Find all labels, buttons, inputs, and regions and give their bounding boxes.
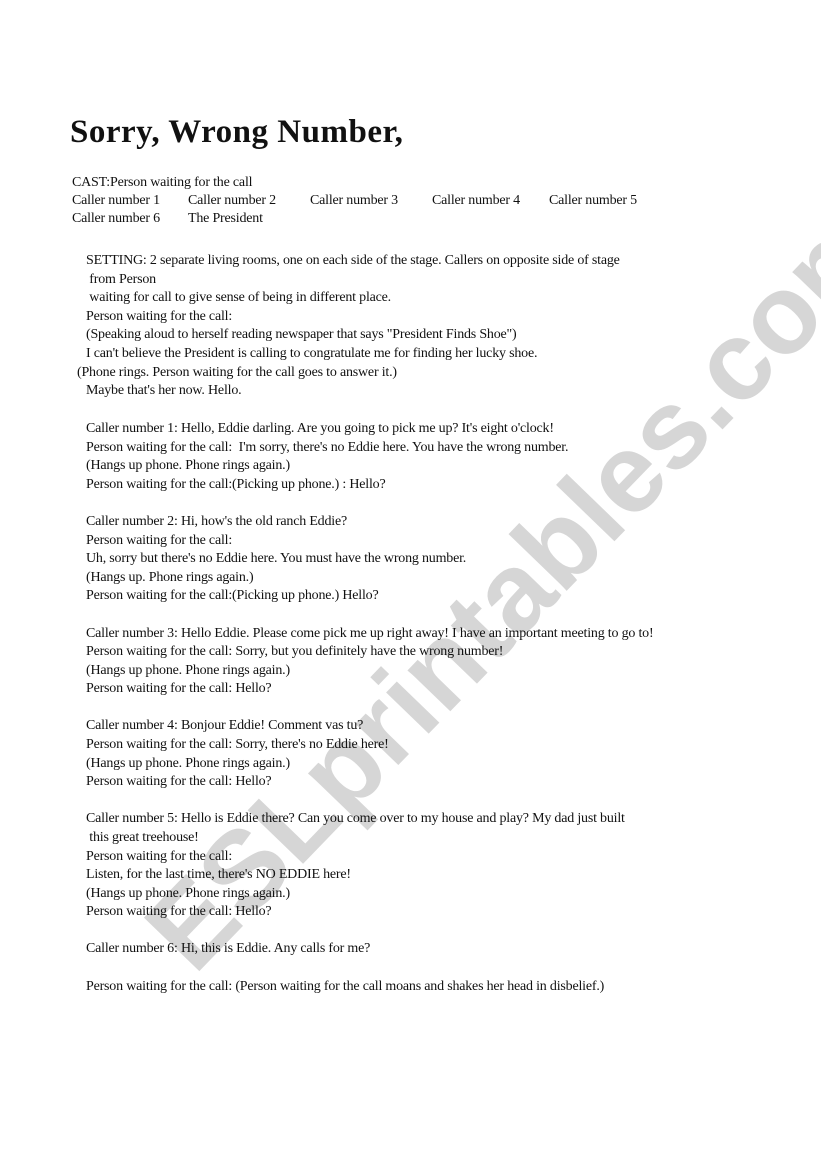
script-line: Caller number 1: Hello, Eddie darling. A… — [86, 421, 554, 436]
worksheet-page: ESLprintables.com Sorry, Wrong Number, C… — [0, 0, 821, 1169]
stage-direction: (Speaking aloud to herself reading newsp… — [86, 327, 517, 342]
script-line: Person waiting for the call: — [86, 849, 233, 864]
cast-member: Caller number 3 — [310, 193, 398, 208]
script-line: Listen, for the last time, there's NO ED… — [86, 867, 351, 882]
script-line: Person waiting for the call: I'm sorry, … — [86, 440, 569, 455]
cast-member: Caller number 6 — [72, 211, 160, 226]
setting-line: SETTING: 2 separate living rooms, one on… — [86, 253, 620, 268]
script-line: Person waiting for the call: Hello? — [86, 904, 272, 919]
script-line: Person waiting for the call:(Picking up … — [86, 588, 379, 603]
cast-member: Caller number 4 — [432, 193, 520, 208]
script-line: Caller number 2: Hi, how's the old ranch… — [86, 514, 347, 529]
cast-member: Caller number 2 — [188, 193, 276, 208]
script-line: Uh, sorry but there's no Eddie here. You… — [86, 551, 467, 566]
script-line: Maybe that's her now. Hello. — [86, 383, 242, 398]
cast-member: The President — [188, 211, 263, 226]
script-line: Caller number 5: Hello is Eddie there? C… — [86, 811, 625, 826]
page-title: Sorry, Wrong Number, — [70, 114, 404, 150]
script-line: Person waiting for the call: Hello? — [86, 774, 272, 789]
cast-heading: CAST:Person waiting for the call — [72, 175, 253, 190]
stage-direction: (Hangs up phone. Phone rings again.) — [86, 458, 290, 473]
script-line: Person waiting for the call: Hello? — [86, 681, 272, 696]
cast-member: Caller number 5 — [549, 193, 637, 208]
script-line: Person waiting for the call: — [86, 533, 233, 548]
setting-line: from Person — [86, 272, 156, 287]
script-line: Caller number 3: Hello Eddie. Please com… — [86, 626, 654, 641]
stage-direction: (Hangs up phone. Phone rings again.) — [86, 663, 290, 678]
stage-direction: (Hangs up phone. Phone rings again.) — [86, 756, 290, 771]
stage-direction: (Hangs up. Phone rings again.) — [86, 570, 254, 585]
stage-direction: (Hangs up phone. Phone rings again.) — [86, 886, 290, 901]
script-line: this great treehouse! — [86, 830, 199, 845]
script-line: Caller number 6: Hi, this is Eddie. Any … — [86, 941, 371, 956]
script-line: Person waiting for the call: — [86, 309, 233, 324]
stage-direction: (Phone rings. Person waiting for the cal… — [77, 365, 397, 380]
setting-line: waiting for call to give sense of being … — [86, 290, 391, 305]
script-line: Caller number 4: Bonjour Eddie! Comment … — [86, 718, 364, 733]
script-line: Person waiting for the call: Sorry, but … — [86, 644, 504, 659]
script-line: Person waiting for the call: (Person wai… — [86, 979, 605, 994]
script-line: I can't believe the President is calling… — [86, 346, 538, 361]
script-line: Person waiting for the call:(Picking up … — [86, 477, 386, 492]
cast-member: Caller number 1 — [72, 193, 160, 208]
script-line: Person waiting for the call: Sorry, ther… — [86, 737, 389, 752]
